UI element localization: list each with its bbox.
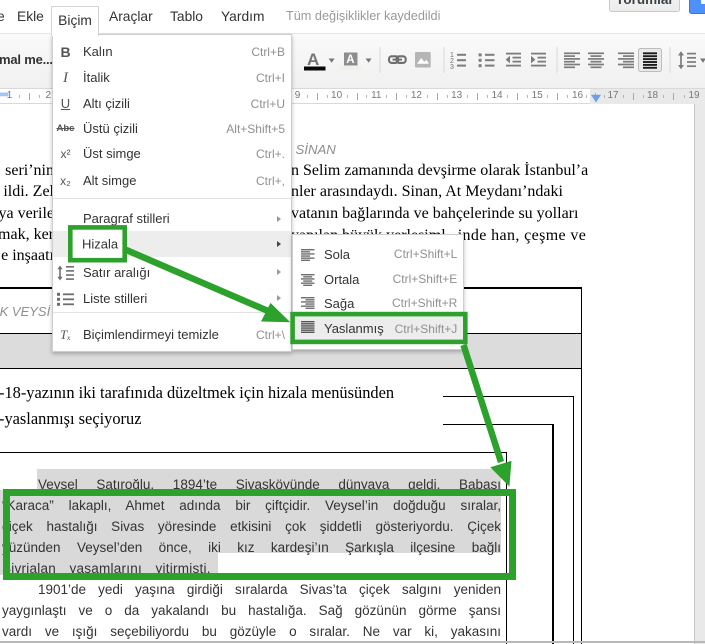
svg-text:3: 3: [450, 64, 454, 71]
svg-text:A: A: [346, 54, 354, 66]
svg-text:A: A: [307, 50, 319, 69]
